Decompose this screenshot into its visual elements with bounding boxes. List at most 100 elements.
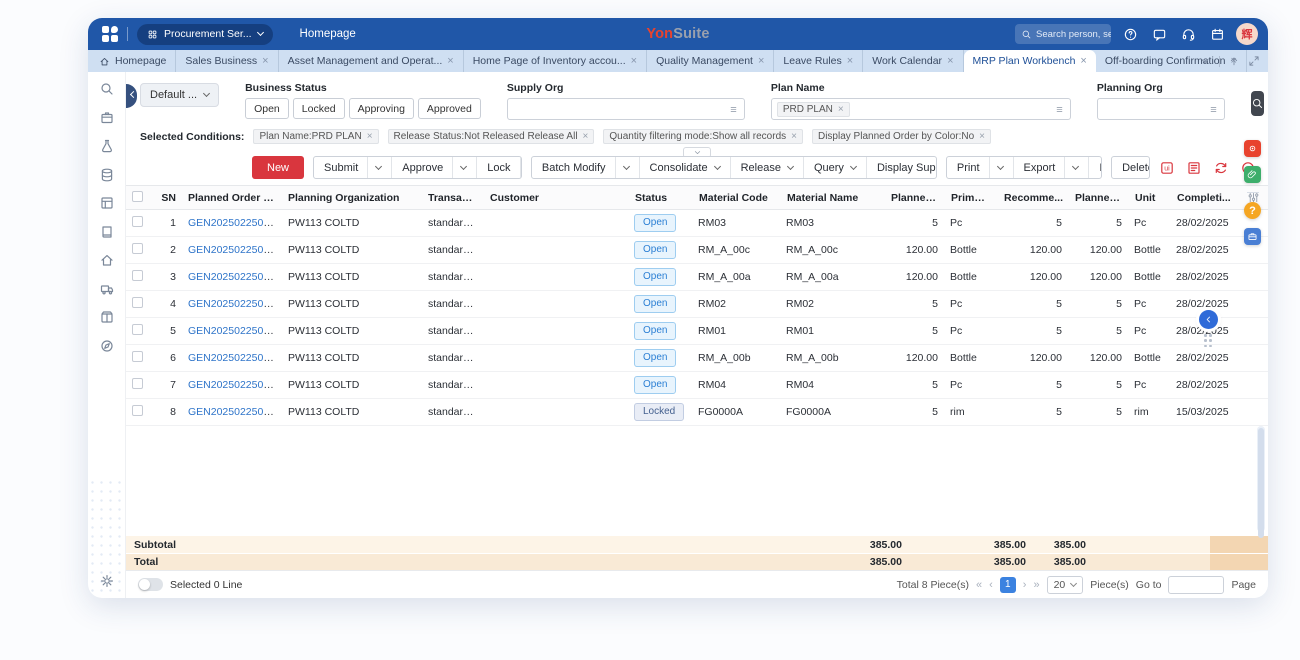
row-checkbox[interactable] (132, 378, 143, 389)
tab-close-icon[interactable]: × (758, 56, 764, 67)
display-supply-demand-button[interactable]: Display Supply/Demand (866, 157, 937, 178)
tab-quality-management[interactable]: Quality Management× (647, 50, 774, 72)
row-checkbox[interactable] (132, 297, 143, 308)
select-all-checkbox[interactable] (132, 191, 143, 202)
sidebar-search-button[interactable] (99, 81, 115, 97)
order-number-link[interactable]: GEN202502250006 (188, 271, 281, 283)
tab-close-icon[interactable]: × (631, 56, 637, 67)
tag-close-icon[interactable]: × (583, 131, 589, 142)
messages-button[interactable] (1149, 24, 1169, 44)
submit-button[interactable]: Submit (314, 157, 391, 178)
global-search-input[interactable]: Search person, ser... (1015, 24, 1111, 44)
sidebar-toolbox-button[interactable] (99, 110, 115, 126)
order-number-link[interactable]: GEN202502250003 (188, 352, 281, 364)
order-number-link[interactable]: GEN202502250001 (188, 406, 281, 418)
vertical-scrollbar[interactable] (1257, 426, 1265, 532)
tab-close-icon[interactable]: × (947, 56, 953, 67)
ui-panel-button[interactable]: ui (1159, 160, 1175, 176)
tabs-list-chevron-icon[interactable] (1199, 55, 1211, 67)
dropdown-arrow[interactable] (1064, 157, 1078, 178)
business-status-approved-button[interactable]: Approved (418, 98, 481, 119)
tag-close-icon[interactable]: × (838, 104, 844, 115)
dropdown-arrow[interactable] (452, 157, 466, 178)
help-bubble-button[interactable]: ? (1244, 202, 1261, 219)
next-page-icon[interactable]: › (1023, 579, 1027, 591)
tag-close-icon[interactable]: × (979, 131, 985, 142)
attachment-button[interactable] (1244, 166, 1261, 183)
filter-search-button[interactable] (1251, 91, 1264, 116)
table-row[interactable]: 6GEN202502250003PW113 COLTDstandard p...… (126, 345, 1268, 372)
order-number-link[interactable]: GEN202502250008 (188, 217, 281, 229)
sidebar-book-button[interactable] (99, 224, 115, 240)
business-status-open-button[interactable]: Open (245, 98, 289, 119)
sidebar-package-button[interactable] (99, 309, 115, 325)
settings-button[interactable] (99, 573, 115, 589)
first-page-icon[interactable]: « (976, 579, 982, 591)
dropdown-arrow[interactable] (615, 157, 629, 178)
query-button[interactable]: Query (803, 157, 866, 178)
planning-org-input[interactable] (1097, 98, 1225, 120)
help-button[interactable] (1120, 24, 1140, 44)
tab-home-page-of-inventory-accou[interactable]: Home Page of Inventory accou...× (464, 50, 647, 72)
order-number-link[interactable]: GEN202502250004 (188, 325, 281, 337)
table-row[interactable]: 8GEN202502250001PW113 COLTDstandard p...… (126, 399, 1268, 426)
calendar-button[interactable] (1207, 24, 1227, 44)
new-button[interactable]: New (252, 156, 304, 179)
app-logo-icon[interactable] (102, 26, 118, 42)
refresh-button[interactable] (1213, 160, 1229, 176)
table-row[interactable]: 2GEN202502250007PW113 COLTDstandard p...… (126, 237, 1268, 264)
order-number-link[interactable]: GEN202502250005 (188, 298, 281, 310)
table-row[interactable]: 3GEN202502250006PW113 COLTDstandard p...… (126, 264, 1268, 291)
plan-name-input[interactable]: PRD PLAN× (771, 98, 1071, 120)
export-button[interactable]: Export (1013, 157, 1089, 178)
tag-close-icon[interactable]: × (367, 131, 373, 142)
reference-picker-icon[interactable] (1054, 104, 1065, 115)
form-list-button[interactable] (1186, 160, 1202, 176)
import-button[interactable]: Import (1088, 157, 1102, 178)
filter-scheme-dropdown[interactable]: Default ... (140, 83, 219, 107)
reference-picker-icon[interactable] (728, 104, 739, 115)
business-status-locked-button[interactable]: Locked (293, 98, 345, 119)
prev-page-icon[interactable]: ‹ (989, 579, 993, 591)
tab-close-icon[interactable]: × (262, 56, 268, 67)
sidebar-grid-button[interactable] (99, 195, 115, 211)
row-checkbox[interactable] (132, 270, 143, 281)
fullscreen-icon[interactable] (1248, 55, 1260, 67)
order-number-link[interactable]: GEN202502250007 (188, 244, 281, 256)
order-number-link[interactable]: GEN202502250002 (188, 379, 281, 391)
tab-close-icon[interactable]: × (447, 56, 453, 67)
tab-mrp-plan-workbench[interactable]: MRP Plan Workbench× (964, 50, 1096, 72)
row-checkbox[interactable] (132, 351, 143, 362)
row-checkbox[interactable] (132, 405, 143, 416)
dropdown-arrow[interactable] (989, 157, 1003, 178)
current-page-button[interactable]: 1 (1000, 577, 1016, 593)
avatar[interactable]: 辉 (1236, 23, 1258, 45)
side-panel-fab-button[interactable] (1199, 310, 1218, 329)
delete-button[interactable]: Delete (1112, 157, 1150, 178)
tab-close-icon[interactable]: × (847, 56, 853, 67)
release-button[interactable]: Release (730, 157, 803, 178)
goto-page-input[interactable] (1168, 576, 1224, 594)
sidebar-home-button[interactable] (99, 252, 115, 268)
sidebar-compass-button[interactable] (99, 338, 115, 354)
batch-modify-button[interactable]: Batch Modify (532, 157, 639, 178)
row-checkbox[interactable] (132, 216, 143, 227)
tab-work-calendar[interactable]: Work Calendar× (863, 50, 963, 72)
dropdown-arrow[interactable] (520, 157, 522, 178)
table-row[interactable]: 5GEN202502250004PW113 COLTDstandard p...… (126, 318, 1268, 345)
table-row[interactable]: 4GEN202502250005PW113 COLTDstandard p...… (126, 291, 1268, 318)
tab-leave-rules[interactable]: Leave Rules× (774, 50, 863, 72)
recorder-button[interactable] (1244, 140, 1261, 157)
sidebar-flask-button[interactable] (99, 138, 115, 154)
tab-sales-business[interactable]: Sales Business× (176, 50, 278, 72)
selected-only-toggle[interactable] (138, 578, 163, 591)
app-switcher-dropdown[interactable]: Procurement Ser... (137, 24, 273, 45)
workbox-button[interactable] (1244, 228, 1261, 245)
last-page-icon[interactable]: » (1033, 579, 1039, 591)
print-button[interactable]: Print (947, 157, 1013, 178)
tab-homepage[interactable]: Homepage (90, 50, 176, 72)
lock-button[interactable]: Lock (476, 157, 522, 178)
table-row[interactable]: 7GEN202502250002PW113 COLTDstandard p...… (126, 372, 1268, 399)
reference-picker-icon[interactable] (1208, 104, 1219, 115)
share-up-icon[interactable] (1228, 55, 1240, 67)
